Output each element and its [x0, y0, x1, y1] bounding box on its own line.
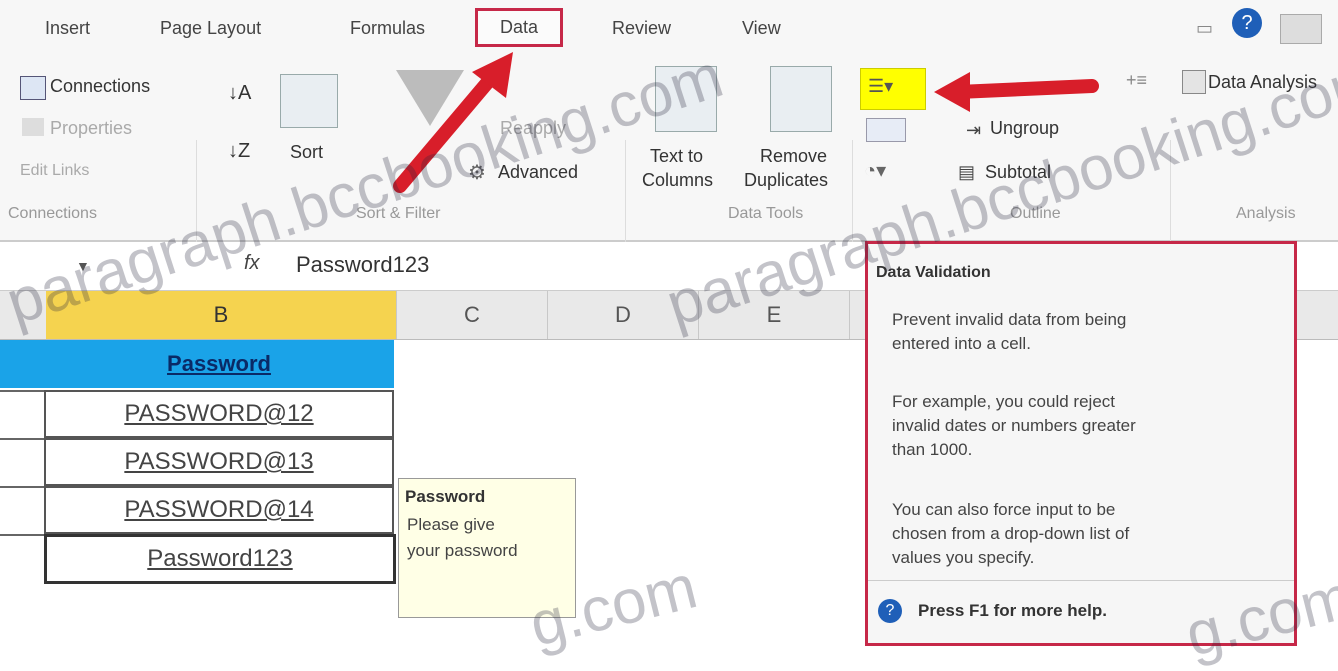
column-header-e[interactable]: E [699, 291, 850, 339]
input-message-body-2: your password [407, 541, 518, 560]
column-header-b[interactable]: B [46, 291, 397, 339]
fx-icon[interactable]: fx [244, 252, 260, 275]
formula-input[interactable]: Password123 [296, 252, 429, 278]
row-stub [0, 340, 44, 388]
password-cell[interactable]: PASSWORD@12 [44, 390, 394, 438]
row-border [0, 438, 44, 440]
password-cell[interactable]: PASSWORD@14 [44, 486, 394, 534]
help-icon: ? [878, 599, 902, 623]
row-border [0, 534, 44, 536]
password-cell[interactable]: PASSWORD@13 [44, 438, 394, 486]
column-header-c[interactable]: C [397, 291, 548, 339]
tooltip-paragraph-2: For example, you could reject invalid dat… [892, 392, 1136, 459]
data-validation-tooltip: Data Validation Prevent invalid data fro… [865, 241, 1297, 646]
active-password-cell[interactable]: Password123 [44, 534, 396, 584]
tooltip-title: Data Validation [876, 264, 991, 281]
row-border [0, 390, 44, 392]
password-header-cell[interactable]: Password [44, 340, 394, 388]
tooltip-help-text: Press F1 for more help. [918, 601, 1107, 620]
input-message-popup: Password Please give your password [398, 478, 576, 618]
input-message-title: Password [405, 487, 486, 506]
input-message-body-1: Please give [407, 515, 495, 534]
tooltip-paragraph-3: You can also force input to be chosen fro… [892, 500, 1130, 567]
row-border [0, 486, 44, 488]
name-box-dropdown-icon[interactable]: ▼ [76, 258, 90, 274]
column-header-d[interactable]: D [548, 291, 699, 339]
tooltip-footer: ? Press F1 for more help. [868, 580, 1294, 643]
tooltip-paragraph-1: Prevent invalid data from being entered i… [892, 310, 1127, 353]
